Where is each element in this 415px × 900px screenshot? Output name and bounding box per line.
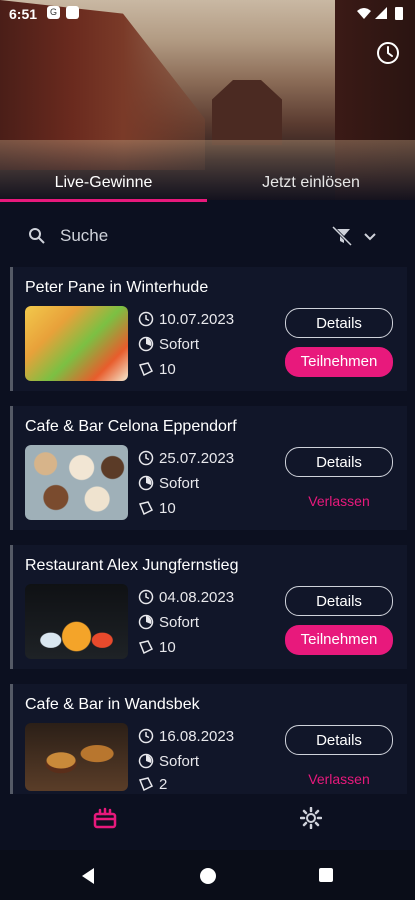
event-availability: Sofort — [159, 475, 200, 492]
active-tab-indicator — [0, 199, 207, 202]
event-title: Peter Pane in Winterhude — [25, 279, 209, 296]
count-row: 10 — [138, 361, 176, 378]
event-availability: Sofort — [159, 336, 200, 353]
count-row: 10 — [138, 500, 176, 517]
search-icon — [28, 227, 46, 250]
timer-icon — [138, 753, 154, 769]
event-date: 10.07.2023 — [159, 311, 235, 328]
event-title: Restaurant Alex Jungfernstieg — [25, 557, 239, 574]
home-icon[interactable] — [199, 867, 217, 890]
history-icon[interactable] — [375, 40, 401, 66]
event-thumbnail — [25, 723, 128, 791]
status-icons — [355, 5, 407, 26]
event-availability: Sofort — [159, 614, 200, 631]
timer-icon — [138, 475, 154, 491]
clock-icon — [138, 450, 154, 466]
count-row: 10 — [138, 639, 176, 656]
ticket-icon — [138, 500, 154, 516]
tab-jetzt-einloesen[interactable]: Jetzt einlösen — [207, 174, 415, 192]
tab-live-gewinne[interactable]: Live-Gewinne — [0, 174, 207, 192]
details-button[interactable]: Details — [285, 586, 393, 616]
ticket-icon — [138, 776, 154, 792]
bottom-navigation — [0, 795, 415, 845]
chevron-down-icon[interactable] — [363, 229, 377, 247]
sim-icon — [66, 6, 79, 19]
event-availability: Sofort — [159, 753, 200, 770]
date-row: 16.08.2023 — [138, 728, 234, 745]
details-button[interactable]: Details — [285, 308, 393, 338]
join-button[interactable]: Teilnehmen — [285, 625, 393, 655]
timer-icon — [138, 614, 154, 630]
event-count: 10 — [159, 639, 176, 656]
event-date: 25.07.2023 — [159, 450, 235, 467]
availability-row: Sofort — [138, 614, 199, 631]
building-center — [212, 80, 282, 145]
signal-icon — [375, 7, 387, 19]
clock-icon — [138, 589, 154, 605]
event-count: 10 — [159, 500, 176, 517]
event-thumbnail — [25, 584, 128, 659]
event-date: 04.08.2023 — [159, 589, 235, 606]
availability-row: Sofort — [138, 753, 199, 770]
search-input[interactable]: Suche — [60, 226, 108, 246]
event-thumbnail — [25, 306, 128, 381]
event-title: Cafe & Bar in Wandsbek — [25, 696, 200, 713]
leave-button[interactable]: Verlassen — [285, 764, 393, 794]
event-card[interactable]: Restaurant Alex Jungfernstieg 04.08.2023… — [10, 545, 407, 669]
ticket-icon — [138, 639, 154, 655]
event-count: 2 — [159, 776, 168, 793]
event-card[interactable]: Cafe & Bar in Wandsbek 16.08.2023 Sofort… — [10, 684, 407, 794]
timer-icon — [138, 336, 154, 352]
event-card[interactable]: Cafe & Bar Celona Eppendorf 25.07.2023 S… — [10, 406, 407, 530]
leave-button[interactable]: Verlassen — [285, 486, 393, 516]
filter-off-icon[interactable] — [331, 225, 353, 252]
date-row: 10.07.2023 — [138, 311, 234, 328]
gift-icon[interactable] — [93, 807, 117, 834]
ticket-icon — [138, 361, 154, 377]
availability-row: Sofort — [138, 475, 199, 492]
gear-icon[interactable] — [299, 806, 323, 834]
notification-icon: G — [47, 6, 60, 19]
status-bar: 6:51 G — [0, 0, 415, 28]
event-thumbnail — [25, 445, 128, 520]
count-row: 2 — [138, 776, 167, 793]
back-icon[interactable] — [80, 867, 96, 890]
clock-icon — [138, 311, 154, 327]
details-button[interactable]: Details — [285, 725, 393, 755]
event-title: Cafe & Bar Celona Eppendorf — [25, 418, 237, 435]
wifi-icon — [357, 8, 371, 19]
join-button[interactable]: Teilnehmen — [285, 347, 393, 377]
availability-row: Sofort — [138, 336, 199, 353]
status-time: 6:51 — [9, 6, 38, 22]
battery-icon — [395, 7, 403, 20]
event-card[interactable]: Peter Pane in Winterhude 10.07.2023 Sofo… — [10, 267, 407, 391]
search-bar[interactable]: Suche — [0, 205, 415, 265]
recents-icon[interactable] — [318, 867, 334, 888]
clock-icon — [138, 728, 154, 744]
date-row: 04.08.2023 — [138, 589, 234, 606]
event-count: 10 — [159, 361, 176, 378]
system-navigation-bar — [0, 850, 415, 900]
event-date: 16.08.2023 — [159, 728, 235, 745]
details-button[interactable]: Details — [285, 447, 393, 477]
date-row: 25.07.2023 — [138, 450, 234, 467]
